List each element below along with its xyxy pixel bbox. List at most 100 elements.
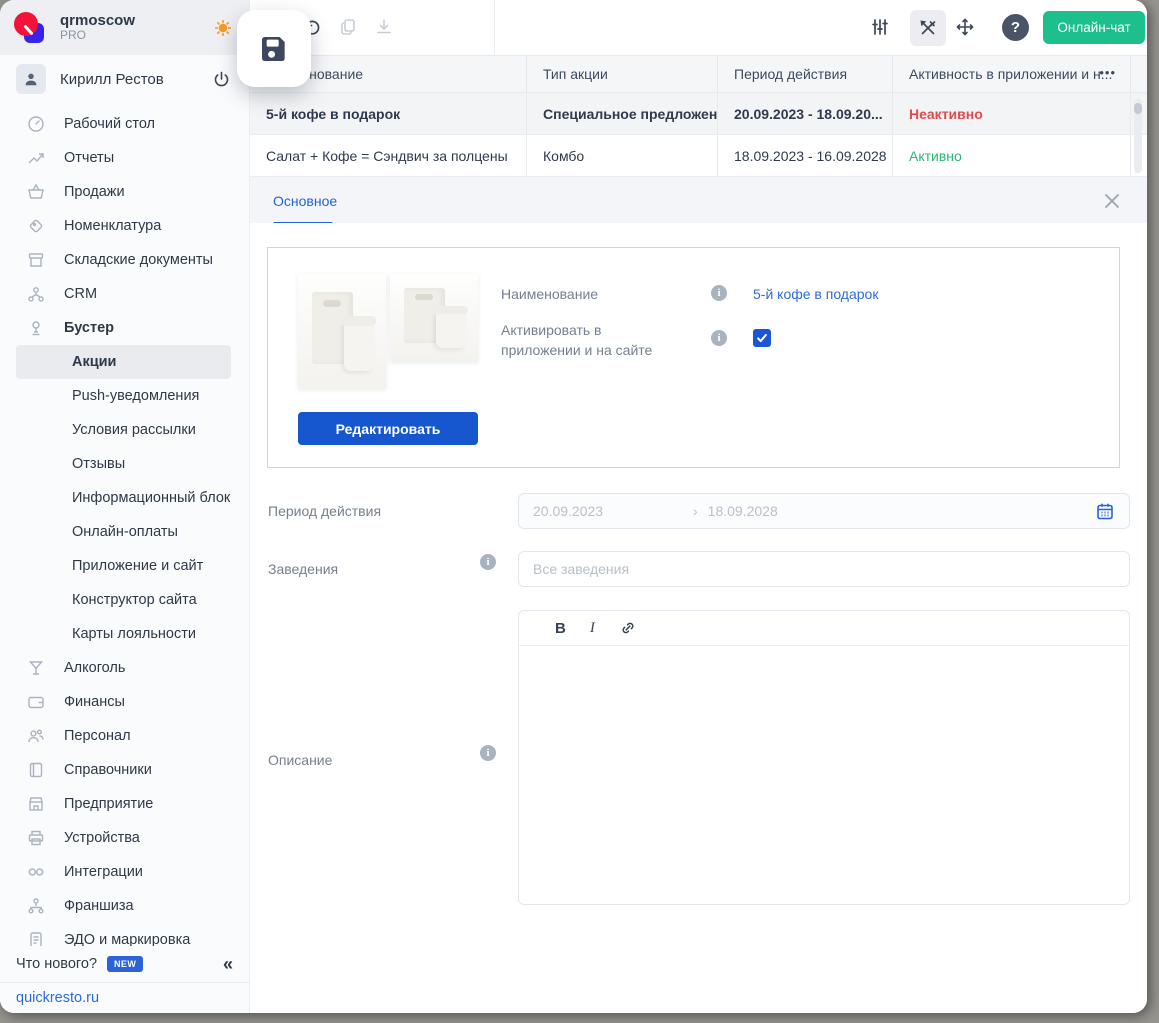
editor-toolbar: B I [519,611,1129,646]
link-button[interactable] [619,619,637,637]
sidebar-item-loyalty-cards[interactable]: Карты лояльности [0,617,249,651]
account-name: qrmoscow [60,12,135,29]
chevron-right-icon: › [693,503,698,519]
tab-main[interactable]: Основное [273,177,337,225]
sidebar-item-reviews[interactable]: Отзывы [0,447,249,481]
nomenclature-tag-icon [26,216,46,236]
sidebar-item-dashboard[interactable]: Рабочий стол [0,107,249,141]
table-header: Наименование Тип акции Период действия А… [250,55,1147,93]
sidebar-item-franchise[interactable]: Франшиза [0,889,249,923]
download-icon[interactable] [374,17,394,37]
sidebar-item-devices[interactable]: Устройства [0,821,249,855]
calendar-icon[interactable] [1095,501,1115,521]
move-icon[interactable] [955,17,975,37]
app-window: qrmoscow PRO Кирилл Рестов Рабочи [0,0,1147,1013]
cell-period: 18.09.2023 - 16.09.2028 [718,135,893,176]
name-label: Наименование [501,286,598,302]
site-link[interactable]: quickresto.ru [0,982,249,1013]
sidebar-item-integrations[interactable]: Интеграции [0,855,249,889]
sidebar-item-site-builder[interactable]: Конструктор сайта [0,583,249,617]
user-avatar [16,64,46,94]
tools-mode-button[interactable] [910,10,946,46]
integrations-infinity-icon [26,862,46,882]
scrollbar-thumb[interactable] [1134,103,1142,114]
edit-button[interactable]: Редактировать [298,412,478,445]
franchise-hierarchy-icon [26,896,46,916]
sales-basket-icon [26,182,46,202]
reports-icon [26,148,46,168]
status-badge: Активно [893,135,1131,176]
column-activity[interactable]: Активность в приложении и н... ••• [893,56,1131,92]
sidebar-item-sales[interactable]: Продажи [0,175,249,209]
activate-checkbox[interactable] [753,329,771,347]
status-badge: Неактивно [893,93,1131,134]
sidebar-item-mailing-conditions[interactable]: Условия рассылки [0,413,249,447]
sidebar-nav: Рабочий стол Отчеты Продажи Номенклатура… [0,103,249,957]
booster-icon [26,318,46,338]
activate-info-icon[interactable]: i [711,330,727,346]
online-chat-button[interactable]: Онлайн-чат [1043,11,1145,44]
description-info-icon[interactable]: i [480,745,496,761]
logout-power-icon[interactable] [212,70,231,89]
venues-label: Заведения [268,561,338,577]
venues-info-icon[interactable]: i [480,554,496,570]
whats-new-link[interactable]: Что нового? NEW « [0,946,249,982]
finance-wallet-icon [26,692,46,712]
sidebar: qrmoscow PRO Кирилл Рестов Рабочи [0,0,250,1013]
new-badge: NEW [107,956,143,972]
sidebar-item-staff[interactable]: Персонал [0,719,249,753]
sidebar-item-promotions[interactable]: Акции [16,345,231,379]
staff-people-icon [26,726,46,746]
alcohol-glass-icon [26,658,46,678]
top-toolbar: ? Онлайн-чат [250,0,1147,55]
collapse-sidebar-icon[interactable]: « [223,955,233,973]
sidebar-item-app-and-site[interactable]: Приложение и сайт [0,549,249,583]
sidebar-item-finance[interactable]: Финансы [0,685,249,719]
column-activity-label: Активность в приложении и н... [909,66,1112,82]
quickresto-logo [12,9,48,47]
venues-input[interactable] [519,552,1129,586]
description-editor: B I [518,610,1130,905]
venues-field-wrap [518,551,1130,587]
brand-bar: qrmoscow PRO [0,0,249,55]
period-label: Период действия [268,503,381,519]
description-label: Описание [268,752,332,768]
name-info-icon[interactable]: i [711,285,727,301]
theme-sun-icon[interactable] [213,18,233,38]
sidebar-item-booster[interactable]: Бустер [0,311,249,345]
columns-more-button[interactable]: ••• [1099,65,1116,80]
sidebar-item-directories[interactable]: Справочники [0,753,249,787]
promo-name-value[interactable]: 5-й кофе в подарок [753,286,878,302]
sidebar-item-info-block[interactable]: Информационный блок [0,481,249,515]
promotions-table: Наименование Тип акции Период действия А… [250,55,1147,177]
cell-name: 5-й кофе в подарок [250,93,527,134]
sidebar-item-reports[interactable]: Отчеты [0,141,249,175]
sidebar-item-push-notifications[interactable]: Push-уведомления [0,379,249,413]
description-editor-area[interactable] [519,646,1129,905]
table-row[interactable]: 5-й кофе в подарок Специальное предложен… [250,93,1147,135]
italic-button[interactable]: I [590,620,595,637]
sidebar-item-nomenclature[interactable]: Номенклатура [0,209,249,243]
bold-button[interactable]: B [555,620,566,637]
table-row[interactable]: Салат + Кофе = Сэндвич за полцены Комбо … [250,135,1147,177]
table-scrollbar[interactable] [1134,99,1142,173]
cell-type: Специальное предложен... [527,93,718,134]
sidebar-item-online-payments[interactable]: Онлайн-оплаты [0,515,249,549]
column-period[interactable]: Период действия [718,56,893,92]
sidebar-item-warehouse[interactable]: Складские документы [0,243,249,277]
copy-icon[interactable] [338,17,358,37]
panel-tabbar: Основное [250,177,1147,225]
sidebar-item-crm[interactable]: CRM [0,277,249,311]
enterprise-store-icon [26,794,46,814]
sidebar-item-alcohol[interactable]: Алкоголь [0,651,249,685]
filter-sliders-icon[interactable] [870,17,890,37]
activate-label: Активировать в приложении и на сайте [501,320,676,360]
promo-image-large [298,274,386,389]
column-type[interactable]: Тип акции [527,56,718,92]
dashboard-icon [26,114,46,134]
close-panel-icon[interactable] [1103,192,1121,210]
save-button[interactable] [237,10,311,87]
help-button[interactable]: ? [1002,14,1029,41]
sidebar-item-enterprise[interactable]: Предприятие [0,787,249,821]
period-range-input[interactable]: 20.09.2023 › 18.09.2028 [518,493,1130,529]
